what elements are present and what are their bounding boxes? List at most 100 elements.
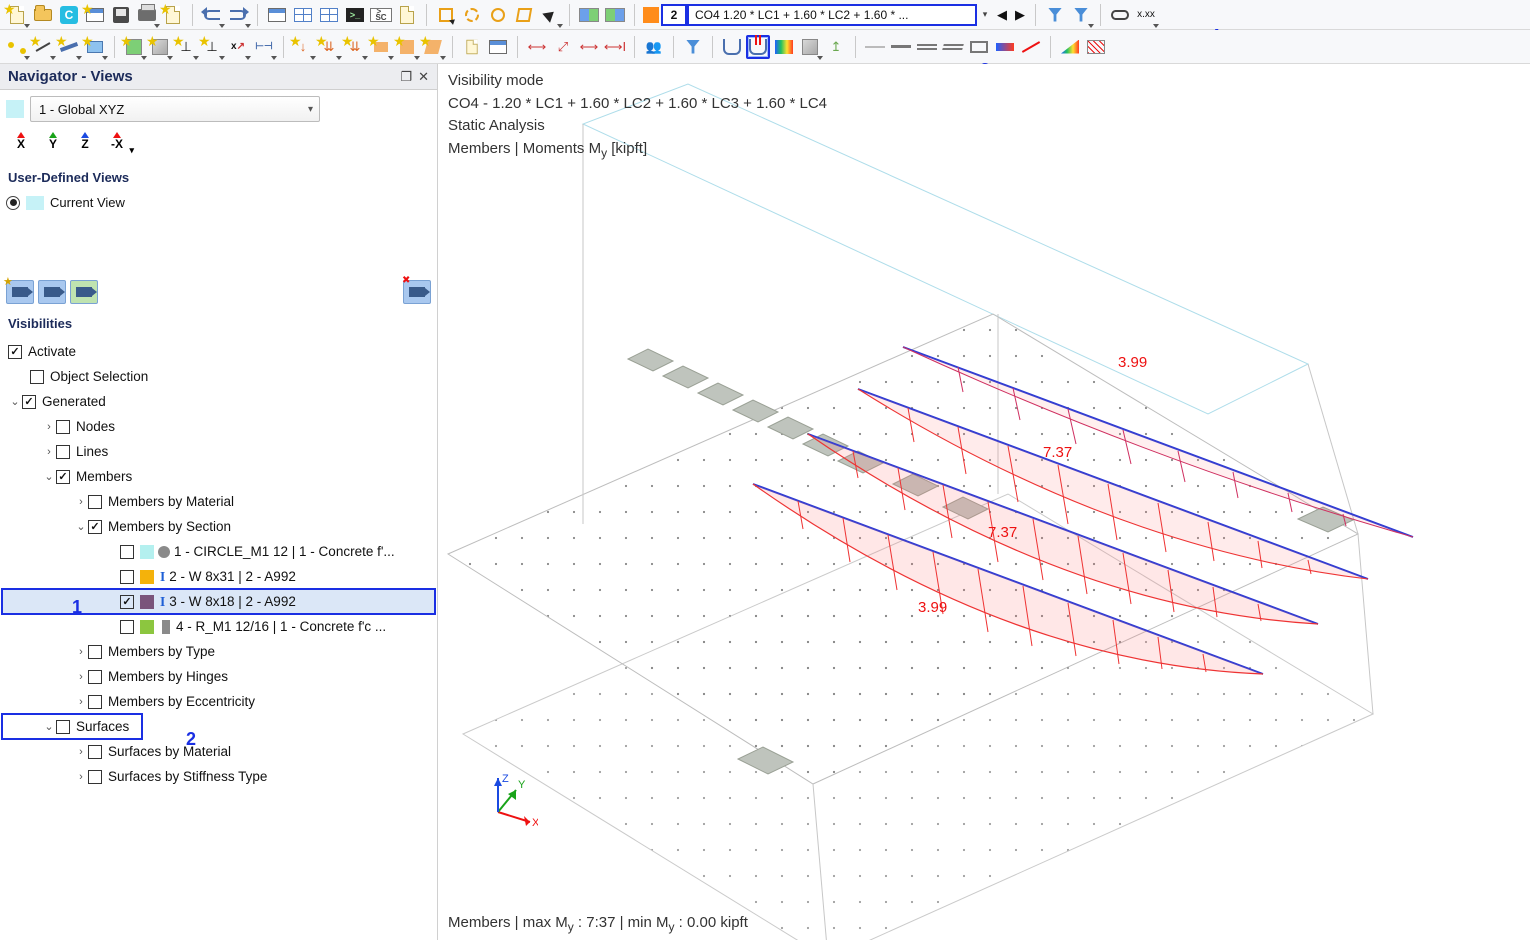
- sbm-checkbox[interactable]: [88, 745, 102, 759]
- dim-2-button[interactable]: ⤢: [551, 35, 575, 59]
- view-z-button[interactable]: Z: [70, 132, 100, 156]
- select-poly-button[interactable]: [512, 3, 536, 27]
- console-button[interactable]: >_: [343, 3, 367, 27]
- mbe-checkbox[interactable]: [88, 695, 102, 709]
- section-1-checkbox[interactable]: [120, 545, 134, 559]
- section-2-checkbox[interactable]: [120, 570, 134, 584]
- open-file-button[interactable]: [31, 3, 55, 27]
- new-file-button[interactable]: ★: [5, 3, 29, 27]
- line-tool-4[interactable]: [941, 35, 965, 59]
- load-combo-select[interactable]: CO4 1.20 * LC1 + 1.60 * LC2 + 1.60 * ...: [687, 4, 977, 26]
- section-3-checkbox[interactable]: [120, 595, 134, 609]
- line-tool-5[interactable]: [967, 35, 991, 59]
- view-x-button[interactable]: X: [6, 132, 36, 156]
- close-panel-icon[interactable]: ✕: [418, 69, 429, 85]
- line-tool-6[interactable]: [993, 35, 1017, 59]
- camera-2-button[interactable]: [38, 280, 66, 304]
- member-new-button[interactable]: ★: [57, 35, 81, 59]
- result-grad-button[interactable]: [1058, 35, 1082, 59]
- sbm-twist-icon[interactable]: ›: [74, 746, 88, 758]
- generated-checkbox[interactable]: [22, 395, 36, 409]
- mbm-twist-icon[interactable]: ›: [74, 496, 88, 508]
- save-button[interactable]: [109, 3, 133, 27]
- script-button[interactable]: >_SC: [369, 3, 393, 27]
- dim-1-button[interactable]: ⟷: [525, 35, 549, 59]
- nodes-checkbox[interactable]: [56, 420, 70, 434]
- doc-button[interactable]: [395, 3, 419, 27]
- view-1-button[interactable]: [265, 3, 289, 27]
- select-window-button[interactable]: [486, 3, 510, 27]
- solid-new-button[interactable]: ★: [122, 35, 146, 59]
- sbs-twist-icon[interactable]: ›: [74, 771, 88, 783]
- model-viewport[interactable]: 3.99 7.37 7.37 3.99 Visibility mode CO4 …: [438, 64, 1530, 940]
- new-doc-2-button[interactable]: ★: [161, 3, 185, 27]
- view-y-button[interactable]: Y: [38, 132, 68, 156]
- load-area-button[interactable]: ★: [369, 35, 393, 59]
- load-number-field[interactable]: 2: [661, 4, 687, 26]
- line-tool-7[interactable]: [1019, 35, 1043, 59]
- mbs-checkbox[interactable]: [88, 520, 102, 534]
- mbe-twist-icon[interactable]: ›: [74, 696, 88, 708]
- line-tool-1[interactable]: [863, 35, 887, 59]
- redo-button[interactable]: [226, 3, 250, 27]
- load-member-button[interactable]: ⇊★: [343, 35, 367, 59]
- result-wire-button[interactable]: [1084, 35, 1108, 59]
- mbt-twist-icon[interactable]: ›: [74, 646, 88, 658]
- line-tool-2[interactable]: [889, 35, 913, 59]
- activate-checkbox[interactable]: [8, 345, 22, 359]
- camera-3-button[interactable]: [70, 280, 98, 304]
- decimals-button[interactable]: x.xx: [1134, 3, 1158, 27]
- lines-twist-icon[interactable]: ›: [42, 446, 56, 458]
- show-hide-button[interactable]: [1108, 3, 1132, 27]
- prev-load-button[interactable]: ◀: [994, 3, 1010, 27]
- load-line-button[interactable]: ⇊★: [317, 35, 341, 59]
- pin-2-button[interactable]: ⊥★: [200, 35, 224, 59]
- window-button[interactable]: ★: [83, 3, 107, 27]
- load-node-button[interactable]: ↓★: [291, 35, 315, 59]
- sbs-checkbox[interactable]: [88, 770, 102, 784]
- win-small-button[interactable]: [486, 35, 510, 59]
- surfaces-twist-icon[interactable]: ⌄: [42, 720, 56, 733]
- filter-2-button[interactable]: [681, 35, 705, 59]
- dim-button[interactable]: ⊢⊣: [252, 35, 276, 59]
- object-selection-checkbox[interactable]: [30, 370, 44, 384]
- select-rect-button[interactable]: [434, 3, 458, 27]
- print-button[interactable]: [135, 3, 159, 27]
- filter-button[interactable]: [1043, 3, 1067, 27]
- surface-new-button[interactable]: ★: [83, 35, 107, 59]
- members-checkbox[interactable]: [56, 470, 70, 484]
- pin-1-button[interactable]: ⊥★: [174, 35, 198, 59]
- table-1-button[interactable]: [291, 3, 315, 27]
- line-tool-3[interactable]: [915, 35, 939, 59]
- surfaces-row[interactable]: ⌄ Surfaces: [2, 714, 142, 739]
- mbt-checkbox[interactable]: [88, 645, 102, 659]
- section-4-checkbox[interactable]: [120, 620, 134, 634]
- link-1-button[interactable]: [577, 3, 601, 27]
- local-axis-button[interactable]: x↗: [226, 35, 250, 59]
- select-lasso-button[interactable]: [460, 3, 484, 27]
- up-arrow-button[interactable]: ↥: [824, 35, 848, 59]
- dim-4-button[interactable]: ⟷I: [603, 35, 627, 59]
- filter-clear-button[interactable]: [1069, 3, 1093, 27]
- undo-button[interactable]: [200, 3, 224, 27]
- next-load-button[interactable]: ▶: [1012, 3, 1028, 27]
- dim-3-button[interactable]: ⟷: [577, 35, 601, 59]
- global-deformations-button[interactable]: [746, 35, 770, 59]
- support-reactions-button[interactable]: [720, 35, 744, 59]
- coord-system-select[interactable]: 1 - Global XYZ▾: [30, 96, 320, 122]
- nodes-twist-icon[interactable]: ›: [42, 421, 56, 433]
- opening-new-button[interactable]: ★: [148, 35, 172, 59]
- table-2-button[interactable]: [317, 3, 341, 27]
- mbm-checkbox[interactable]: [88, 495, 102, 509]
- camera-delete-button[interactable]: [403, 280, 431, 304]
- doc-small-button[interactable]: [460, 35, 484, 59]
- cloud-button[interactable]: C: [57, 3, 81, 27]
- camera-save-button[interactable]: [6, 280, 34, 304]
- lines-checkbox[interactable]: [56, 445, 70, 459]
- mbs-twist-icon[interactable]: ⌄: [74, 520, 88, 533]
- node-new-button[interactable]: [5, 35, 29, 59]
- line-new-button[interactable]: ★: [31, 35, 55, 59]
- result-colormap-button[interactable]: [772, 35, 796, 59]
- load-free-button[interactable]: ★: [421, 35, 445, 59]
- cursor-button[interactable]: [538, 3, 562, 27]
